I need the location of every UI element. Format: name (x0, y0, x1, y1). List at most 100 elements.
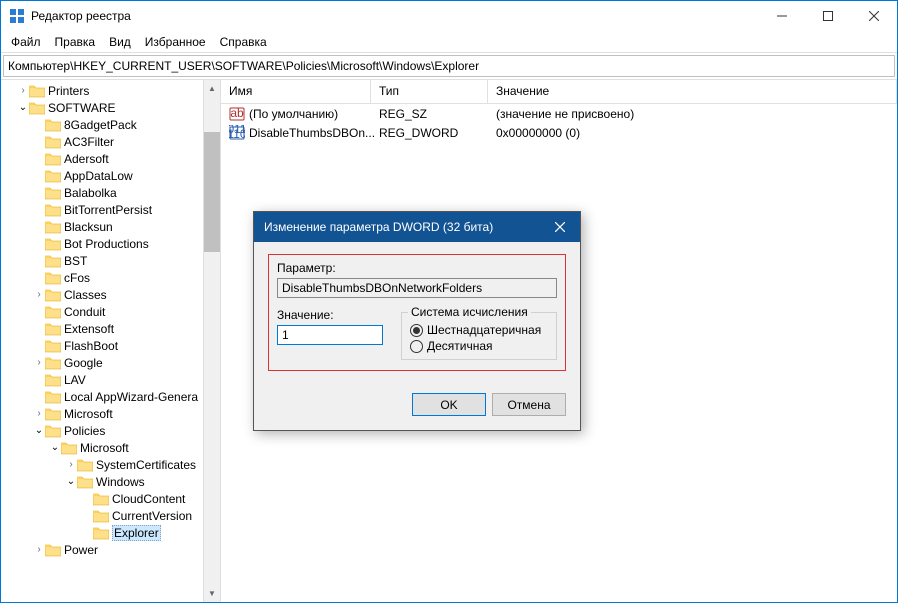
value-input[interactable] (277, 325, 383, 345)
dialog-title-text: Изменение параметра DWORD (32 бита) (264, 220, 493, 234)
chevron-right-icon[interactable]: › (65, 459, 77, 470)
list-row[interactable]: 011110DisableThumbsDBOn...REG_DWORD0x000… (221, 123, 897, 142)
folder-icon (93, 509, 109, 523)
tree-item[interactable]: Bot Productions (1, 235, 220, 252)
cancel-button[interactable]: Отмена (492, 393, 566, 416)
scroll-up-button[interactable]: ▲ (204, 80, 220, 97)
value-data: 0x00000000 (0) (488, 126, 897, 140)
value-name: DisableThumbsDBOn... (249, 126, 375, 140)
menu-edit[interactable]: Правка (55, 35, 96, 49)
tree-item[interactable]: cFos (1, 269, 220, 286)
folder-icon (77, 458, 93, 472)
tree-item-label: BST (64, 254, 87, 268)
tree-item[interactable]: Extensoft (1, 320, 220, 337)
tree-item-label: Local AppWizard-Genera (64, 390, 198, 404)
list-row[interactable]: ab(По умолчанию)REG_SZ(значение не присв… (221, 104, 897, 123)
column-name[interactable]: Имя (221, 80, 371, 103)
tree-item[interactable]: ⌄Microsoft (1, 439, 220, 456)
folder-icon (45, 118, 61, 132)
tree-item-label: Windows (96, 475, 145, 489)
tree-item[interactable]: › Classes (1, 286, 220, 303)
tree-item[interactable]: Adersoft (1, 150, 220, 167)
close-button[interactable] (851, 1, 897, 31)
radix-group: Система исчисления Шестнадцатеричная Дес… (401, 312, 557, 360)
column-type[interactable]: Тип (371, 80, 488, 103)
address-bar[interactable]: Компьютер\HKEY_CURRENT_USER\SOFTWARE\Pol… (3, 55, 895, 77)
radix-hex-row[interactable]: Шестнадцатеричная (410, 323, 548, 337)
chevron-down-icon[interactable]: ⌄ (17, 102, 29, 113)
tree-item-label: Blacksun (64, 220, 113, 234)
menu-help[interactable]: Справка (220, 35, 267, 49)
tree-item-label: Policies (64, 424, 105, 438)
tree-item[interactable]: Local AppWizard-Genera (1, 388, 220, 405)
svg-text:110: 110 (229, 127, 245, 141)
tree-item[interactable]: Conduit (1, 303, 220, 320)
tree-item[interactable]: › Google (1, 354, 220, 371)
chevron-right-icon[interactable]: › (33, 544, 45, 555)
tree-item[interactable]: ⌄ Policies (1, 422, 220, 439)
chevron-down-icon[interactable]: ⌄ (49, 442, 61, 453)
folder-icon (45, 543, 61, 557)
value-type: REG_SZ (371, 107, 488, 121)
tree-item[interactable]: 8GadgetPack (1, 116, 220, 133)
folder-icon (45, 424, 61, 438)
value-data: (значение не присвоено) (488, 107, 897, 121)
folder-icon (45, 356, 61, 370)
param-name-input[interactable] (277, 278, 557, 298)
tree-item[interactable]: CloudContent (1, 490, 220, 507)
folder-icon (93, 492, 109, 506)
folder-icon (45, 305, 61, 319)
menu-favorites[interactable]: Избранное (145, 35, 206, 49)
tree-item[interactable]: ›SystemCertificates (1, 456, 220, 473)
tree-item[interactable]: LAV (1, 371, 220, 388)
highlight-box: Параметр: Значение: Система исчисления Ш… (268, 254, 566, 371)
tree-item[interactable]: Explorer (1, 524, 220, 541)
chevron-down-icon[interactable]: ⌄ (65, 476, 77, 487)
folder-icon (29, 101, 45, 115)
scroll-thumb[interactable] (204, 132, 220, 252)
chevron-right-icon[interactable]: › (33, 408, 45, 419)
column-value[interactable]: Значение (488, 80, 897, 103)
tree-item-label: Google (64, 356, 103, 370)
tree-item[interactable]: ⌄ SOFTWARE (1, 99, 220, 116)
tree-item[interactable]: ⌄ Windows (1, 473, 220, 490)
tree-item[interactable]: Blacksun (1, 218, 220, 235)
radio-dec[interactable] (410, 340, 423, 353)
chevron-right-icon[interactable]: › (17, 85, 29, 96)
chevron-right-icon[interactable]: › (33, 289, 45, 300)
tree-item[interactable]: CurrentVersion (1, 507, 220, 524)
radix-dec-row[interactable]: Десятичная (410, 339, 548, 353)
tree-item[interactable]: AppDataLow (1, 167, 220, 184)
tree-item-label: Explorer (112, 525, 161, 541)
maximize-button[interactable] (805, 1, 851, 31)
chevron-right-icon[interactable]: › (33, 357, 45, 368)
tree-item-label: Balabolka (64, 186, 117, 200)
tree-item-label: SOFTWARE (48, 101, 116, 115)
tree-pane[interactable]: ›Printers ⌄ SOFTWARE 8GadgetPackAC3Filter Ad… (1, 80, 221, 602)
tree-item[interactable]: ›Microsoft (1, 405, 220, 422)
tree-item[interactable]: FlashBoot (1, 337, 220, 354)
tree-item-label: Classes (64, 288, 107, 302)
tree-item[interactable]: BST (1, 252, 220, 269)
tree-item-label: 8GadgetPack (64, 118, 137, 132)
tree-scrollbar[interactable]: ▲ ▼ (203, 80, 220, 602)
folder-icon (77, 475, 93, 489)
ok-button[interactable]: OK (412, 393, 486, 416)
reg-string-icon: ab (229, 106, 245, 122)
tree-item[interactable]: › Power (1, 541, 220, 558)
tree-item[interactable]: Balabolka (1, 184, 220, 201)
scroll-down-button[interactable]: ▼ (204, 585, 220, 602)
chevron-down-icon[interactable]: ⌄ (33, 425, 45, 436)
tree-item[interactable]: ›Printers (1, 82, 220, 99)
menu-view[interactable]: Вид (109, 35, 131, 49)
minimize-button[interactable] (759, 1, 805, 31)
tree-item[interactable]: AC3Filter (1, 133, 220, 150)
tree-item-label: Adersoft (64, 152, 109, 166)
tree-item[interactable]: BitTorrentPersist (1, 201, 220, 218)
menu-file[interactable]: Файл (11, 35, 41, 49)
address-text: Компьютер\HKEY_CURRENT_USER\SOFTWARE\Pol… (8, 59, 479, 73)
tree-item-label: Power (64, 543, 98, 557)
dialog-close-button[interactable] (540, 212, 580, 242)
radio-hex[interactable] (410, 324, 423, 337)
folder-icon (93, 526, 109, 540)
